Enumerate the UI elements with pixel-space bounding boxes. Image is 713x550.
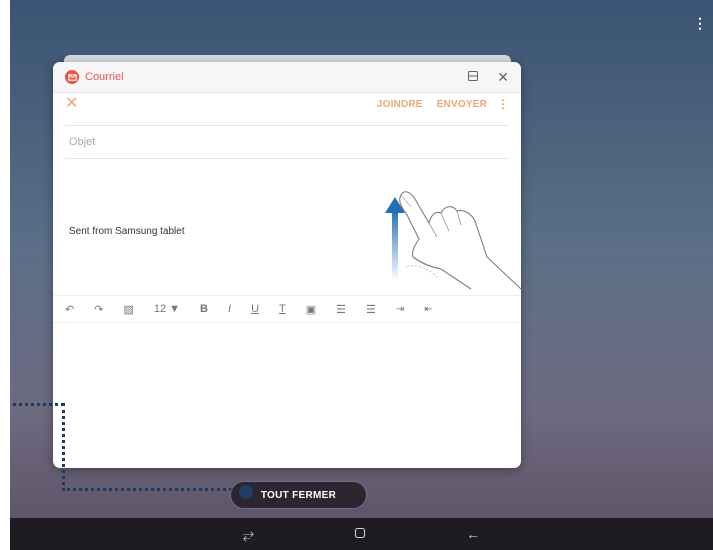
underline-icon[interactable]: U bbox=[251, 303, 259, 315]
app-title: Courriel bbox=[85, 71, 124, 83]
callout-line-horizontal-top bbox=[10, 403, 64, 406]
bulleted-list-icon[interactable]: ☰ bbox=[366, 303, 376, 316]
highlight-icon[interactable]: ▣ bbox=[306, 303, 316, 316]
italic-icon[interactable]: I bbox=[228, 303, 231, 315]
more-vertical-icon[interactable]: ⋮ bbox=[497, 97, 509, 111]
swipe-up-gesture-icon bbox=[385, 191, 521, 290]
callout-line-horizontal-bottom bbox=[62, 488, 232, 491]
attach-button[interactable]: JOINDRE bbox=[377, 99, 423, 110]
subject-field[interactable]: Objet bbox=[65, 126, 509, 159]
back-icon[interactable]: ← bbox=[466, 526, 480, 542]
email-icon bbox=[65, 70, 79, 84]
split-view-icon[interactable] bbox=[467, 70, 479, 84]
text-color-icon[interactable]: T bbox=[279, 303, 286, 315]
recents-screen: ⋮ Courriel ✕ ✕ JOINDRE ENVOYER ⋮ Objet S… bbox=[10, 0, 713, 550]
message-body[interactable]: Sent from Samsung tablet bbox=[53, 159, 521, 295]
formatting-toolbar: ↶ ↷ ▧ 12 ▼ B I U T ▣ ☰ ☰ ⇥ ⇤ bbox=[53, 295, 521, 323]
numbered-list-icon[interactable]: ☰ bbox=[336, 303, 346, 316]
overflow-menu-icon[interactable]: ⋮ bbox=[693, 16, 707, 30]
send-button[interactable]: ENVOYER bbox=[437, 99, 487, 110]
subject-placeholder: Objet bbox=[69, 136, 96, 148]
insert-image-icon[interactable]: ▧ bbox=[123, 303, 133, 316]
card-header: Courriel ✕ bbox=[53, 62, 521, 93]
home-icon[interactable] bbox=[354, 526, 366, 542]
compose-action-bar: ✕ JOINDRE ENVOYER ⋮ bbox=[53, 93, 521, 115]
redo-icon[interactable]: ↷ bbox=[94, 303, 103, 316]
signature-text: Sent from Samsung tablet bbox=[69, 226, 185, 237]
email-app-card[interactable]: Courriel ✕ ✕ JOINDRE ENVOYER ⋮ Objet Sen… bbox=[53, 62, 521, 468]
close-icon[interactable]: ✕ bbox=[497, 70, 509, 84]
recents-icon[interactable]: ⥂ bbox=[243, 526, 254, 543]
font-size-value: 12 bbox=[153, 303, 167, 315]
navigation-bar: ⥂ ← bbox=[10, 518, 713, 550]
discard-close-icon[interactable]: ✕ bbox=[65, 96, 78, 112]
font-size-dropdown[interactable]: 12 ▼ bbox=[154, 303, 180, 315]
undo-icon[interactable]: ↶ bbox=[65, 303, 74, 316]
indent-icon[interactable]: ⇥ bbox=[396, 304, 404, 315]
bold-icon[interactable]: B bbox=[200, 303, 208, 315]
callout-line-vertical bbox=[62, 403, 65, 491]
outdent-icon[interactable]: ⇤ bbox=[424, 304, 432, 315]
recipient-field[interactable] bbox=[65, 115, 509, 126]
callout-marker bbox=[239, 485, 253, 499]
